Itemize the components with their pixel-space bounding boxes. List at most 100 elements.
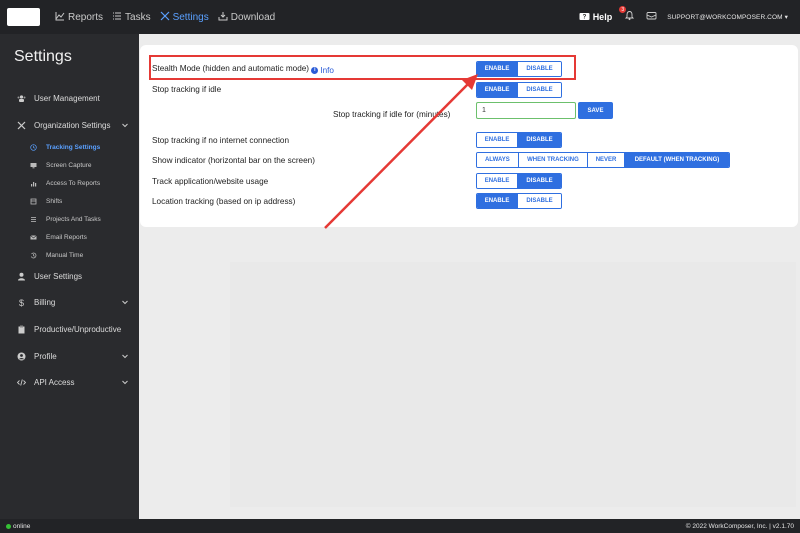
indicator-never-button[interactable]: NEVER xyxy=(588,153,625,167)
location-enable-button[interactable]: ENABLE xyxy=(477,194,519,208)
nav-settings-label: Settings xyxy=(172,11,209,23)
sidebar-item-api-access[interactable]: API Access xyxy=(0,373,139,391)
copyright: © 2022 WorkComposer, Inc. | v2.1.70 xyxy=(685,522,794,530)
indicator-toggle: ALWAYS WHEN TRACKING NEVER DEFAULT (WHEN… xyxy=(476,152,730,168)
no-internet-disable-button[interactable]: DISABLE xyxy=(518,133,561,147)
sidebar-item-label: Organization Settings xyxy=(34,120,111,130)
sidebar-item-label: Profile xyxy=(34,351,57,361)
app-usage-toggle: ENABLE DISABLE xyxy=(476,173,562,189)
nav-reports[interactable]: Reports xyxy=(55,11,103,24)
sidebar-subitem-label: Access To Reports xyxy=(46,179,101,187)
nav-reports-label: Reports xyxy=(68,11,104,23)
help-label: Help xyxy=(592,12,613,22)
download-icon xyxy=(218,11,228,24)
indicator-default-button[interactable]: DEFAULT (WHEN TRACKING) xyxy=(624,153,729,167)
sidebar: Settings User Management Organization Se… xyxy=(0,34,139,519)
top-bar: Reports Tasks Settings Download ? Help 3… xyxy=(0,0,800,34)
chevron-down-icon xyxy=(121,378,129,386)
status-text: online xyxy=(13,522,31,530)
indicator-when-tracking-button[interactable]: WHEN TRACKING xyxy=(518,153,589,167)
history-icon xyxy=(30,252,37,259)
no-internet-enable-button[interactable]: ENABLE xyxy=(477,133,519,147)
clock-icon xyxy=(30,143,37,151)
nav-settings[interactable]: Settings xyxy=(160,11,209,24)
sidebar-item-user-management[interactable]: User Management xyxy=(0,89,139,107)
wrench-icon xyxy=(17,121,26,130)
sidebar-subitem-tracking-settings[interactable]: Tracking Settings xyxy=(0,140,139,154)
bar-chart-icon xyxy=(30,180,37,187)
highlight-box xyxy=(149,55,576,80)
indicator-label: Show indicator (horizontal bar on the sc… xyxy=(152,156,315,165)
sidebar-item-user-settings[interactable]: User Settings xyxy=(0,267,139,285)
sidebar-subitem-screen-capture[interactable]: Screen Capture xyxy=(0,158,139,172)
sidebar-subitem-label: Screen Capture xyxy=(46,161,92,169)
app-usage-label: Track application/website usage xyxy=(152,177,269,186)
status-dot-icon xyxy=(6,523,11,529)
app-usage-enable-button[interactable]: ENABLE xyxy=(477,174,519,188)
idle-toggle: ENABLE DISABLE xyxy=(476,82,562,98)
svg-text:$: $ xyxy=(19,298,24,307)
top-right: ? Help 3 SUPPORT@WORKCOMPOSER.COM ▾ xyxy=(579,0,788,34)
users-icon xyxy=(17,94,26,103)
indicator-always-button[interactable]: ALWAYS xyxy=(477,153,519,167)
email-icon xyxy=(30,234,37,241)
logo[interactable] xyxy=(7,8,40,26)
sidebar-subitem-projects-and-tasks[interactable]: Projects And Tasks xyxy=(0,212,139,226)
chevron-down-icon xyxy=(121,298,129,306)
messages-button[interactable] xyxy=(646,8,657,26)
user-menu[interactable]: SUPPORT@WORKCOMPOSER.COM ▾ xyxy=(667,13,788,22)
idle-disable-button[interactable]: DISABLE xyxy=(518,83,561,97)
sidebar-item-label: API Access xyxy=(34,377,75,387)
notifications-button[interactable]: 3 xyxy=(619,6,636,24)
sidebar-item-profile[interactable]: Profile xyxy=(0,347,139,365)
sidebar-item-label: User Management xyxy=(34,93,100,103)
sidebar-item-label: Billing xyxy=(34,297,56,307)
caret-down-icon: ▾ xyxy=(784,14,788,21)
clipboard-icon xyxy=(17,325,26,334)
sidebar-subitem-manual-time[interactable]: Manual Time xyxy=(0,248,139,262)
location-disable-button[interactable]: DISABLE xyxy=(518,194,561,208)
help-button[interactable]: ? Help xyxy=(579,11,613,24)
sidebar-subitem-shifts[interactable]: Shifts xyxy=(0,194,139,208)
location-label: Location tracking (based on ip address) xyxy=(152,197,296,206)
sidebar-item-label: Productive/Unproductive xyxy=(34,324,122,334)
code-icon xyxy=(17,378,26,387)
mail-icon xyxy=(646,8,657,25)
idle-minutes-input[interactable]: 1 xyxy=(476,102,576,119)
sidebar-subitem-label: Manual Time xyxy=(46,251,84,259)
app-usage-disable-button[interactable]: DISABLE xyxy=(518,174,561,188)
help-icon: ? xyxy=(579,11,590,24)
idle-enable-button[interactable]: ENABLE xyxy=(477,83,519,97)
sidebar-subitem-label: Shifts xyxy=(46,197,63,205)
profile-icon xyxy=(17,352,26,361)
chart-icon xyxy=(55,11,65,24)
sidebar-title: Settings xyxy=(14,48,72,65)
sidebar-subitem-access-to-reports[interactable]: Access To Reports xyxy=(0,176,139,190)
monitor-icon xyxy=(30,162,37,169)
sidebar-item-billing[interactable]: $ Billing xyxy=(0,293,139,311)
sidebar-subitem-email-reports[interactable]: Email Reports xyxy=(0,230,139,244)
nav-download[interactable]: Download xyxy=(218,11,275,24)
sidebar-subitem-label: Projects And Tasks xyxy=(46,215,101,223)
nav-tasks-label: Tasks xyxy=(125,11,151,23)
idle-minutes-label: Stop tracking if idle for (minutes) xyxy=(333,110,451,119)
tasks-icon xyxy=(30,216,37,223)
nav-download-label: Download xyxy=(230,11,276,23)
sidebar-subitem-label: Tracking Settings xyxy=(46,143,101,151)
sidebar-subitem-label: Email Reports xyxy=(46,233,87,241)
chevron-down-icon xyxy=(121,121,129,129)
user-email: SUPPORT@WORKCOMPOSER.COM xyxy=(667,13,783,21)
save-button[interactable]: SAVE xyxy=(578,102,613,119)
top-nav: Reports Tasks Settings Download xyxy=(55,0,275,34)
sidebar-item-organization-settings[interactable]: Organization Settings xyxy=(0,116,139,134)
user-icon xyxy=(17,272,26,281)
chevron-down-icon xyxy=(121,352,129,360)
background-panel xyxy=(230,262,796,507)
dollar-icon: $ xyxy=(17,298,26,307)
nav-tasks[interactable]: Tasks xyxy=(112,11,151,24)
tools-icon xyxy=(160,11,170,24)
location-toggle: ENABLE DISABLE xyxy=(476,193,562,209)
sidebar-item-productive-unproductive[interactable]: Productive/Unproductive xyxy=(0,320,139,338)
svg-text:?: ? xyxy=(582,14,586,20)
sidebar-item-label: User Settings xyxy=(34,271,83,281)
